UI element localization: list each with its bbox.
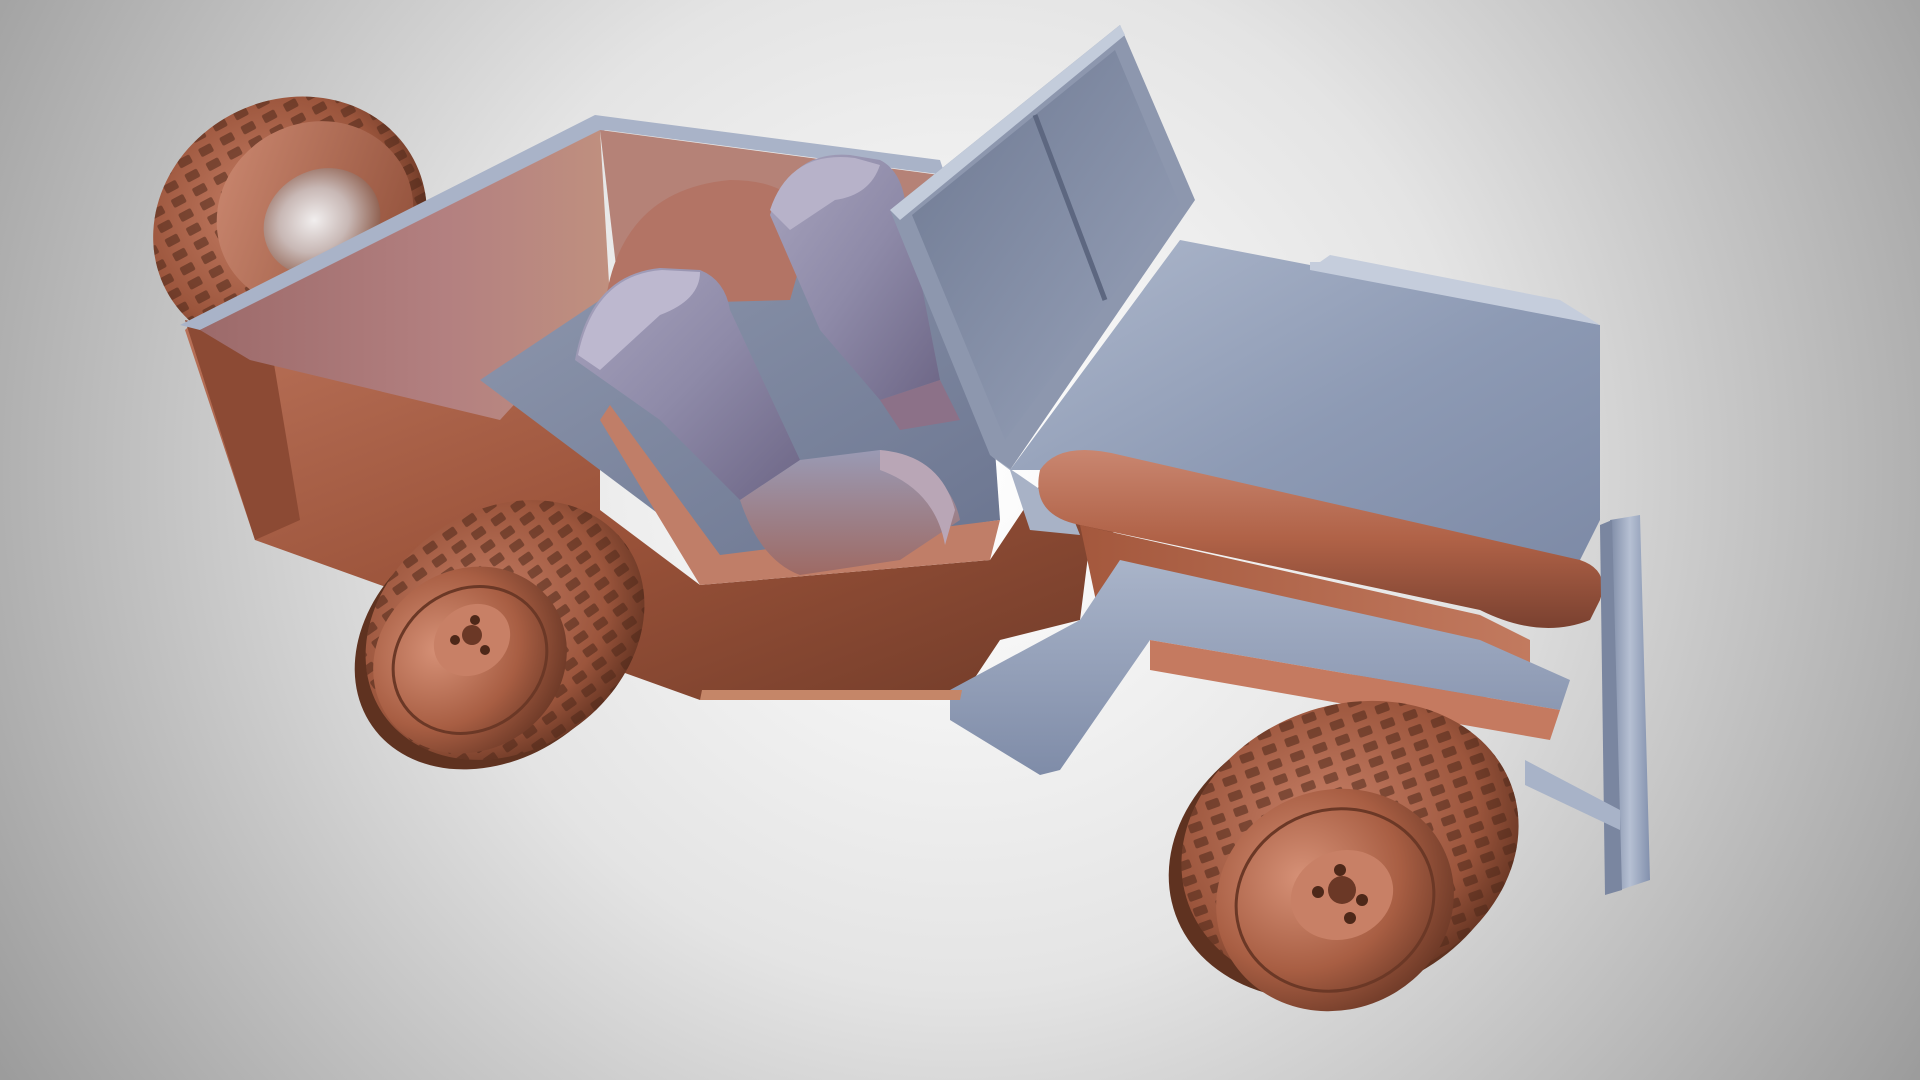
body-lower-edge [700, 690, 962, 700]
render-viewport [0, 0, 1920, 1080]
